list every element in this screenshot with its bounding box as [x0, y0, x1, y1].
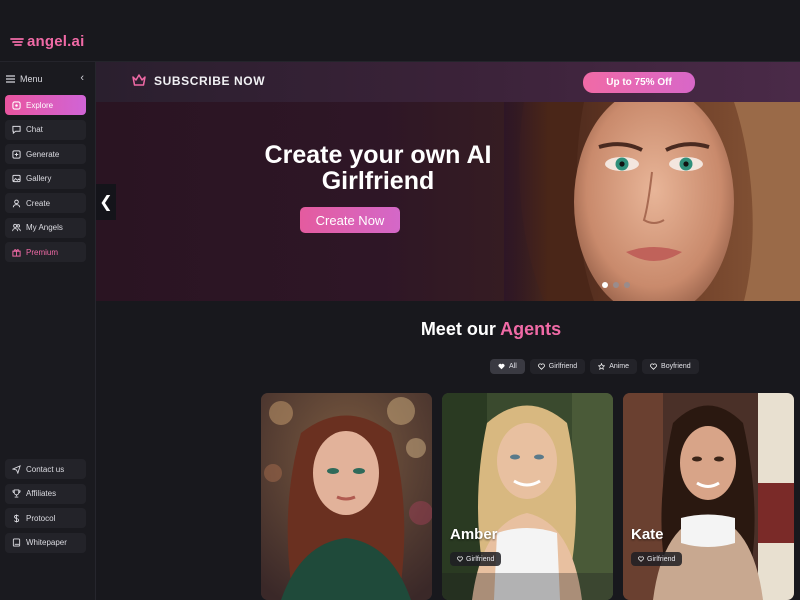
sidebar-item-chat[interactable]: Chat [5, 119, 86, 140]
agent-filter-tabs: All Girlfriend Anime Boyfriend [490, 359, 699, 374]
heart-icon [537, 363, 545, 370]
carousel-dot[interactable] [613, 282, 619, 288]
heart-icon [457, 556, 463, 562]
hero-title-line-2: Girlfriend [321, 167, 435, 195]
heart-icon [650, 363, 657, 370]
filter-all[interactable]: All [490, 359, 525, 374]
create-now-button[interactable]: Create Now [300, 207, 400, 233]
main-content: SUBSCRIBE NOW Up to 75% Off Create your … [96, 62, 800, 600]
heart-icon [498, 363, 505, 370]
sidebar-item-label: Premium [26, 247, 59, 257]
filter-label: All [509, 363, 517, 370]
agents-title-main: Meet our [420, 319, 496, 339]
sidebar-item-whitepaper[interactable]: Whitepaper [5, 532, 86, 553]
carousel-dot[interactable] [602, 282, 608, 288]
sidebar-item-my-angels[interactable]: My Angels [5, 217, 86, 238]
carousel-dots [602, 282, 630, 288]
chevron-left-icon: ❮ [99, 194, 113, 211]
sidebar-item-generate[interactable]: Generate [5, 144, 86, 164]
hero-title: Create your own AI Girlfriend [196, 142, 560, 194]
agent-card[interactable] [261, 393, 432, 600]
sidebar-item-label: Gallery [26, 174, 52, 183]
agent-photo [261, 393, 432, 600]
menu-icon [6, 75, 15, 83]
chat-icon [12, 125, 21, 134]
sidebar-item-label: Protocol [26, 513, 56, 523]
heart-icon [638, 556, 644, 562]
sidebar-item-affiliates[interactable]: Affiliates [5, 483, 86, 504]
dollar-icon [13, 513, 20, 523]
agent-card-amber[interactable]: Amber Girlfriend [442, 393, 613, 600]
sidebar-item-protocol[interactable]: Protocol [5, 508, 86, 528]
sidebar: Menu ‹ Explore Chat Generate Gallery Cre… [0, 62, 96, 600]
menu-header: Menu ‹ [6, 72, 86, 84]
star-icon [598, 363, 606, 370]
hero-title-line-1: Create your own AI [264, 141, 492, 169]
sidebar-item-label: Explore [26, 100, 54, 110]
agents-title-accent: Agents [500, 319, 562, 339]
book-icon [12, 538, 21, 547]
hero-carousel: Create your own AI Girlfriend Create Now… [96, 102, 800, 301]
agent-card-kate[interactable]: Kate Girlfriend [623, 393, 794, 600]
sidebar-item-premium[interactable]: Premium [5, 242, 86, 262]
explore-icon [12, 100, 21, 110]
discount-offer-button[interactable]: Up to 75% Off [583, 72, 695, 93]
gift-icon [12, 248, 21, 257]
hero-portrait-image [504, 102, 800, 301]
sidebar-item-create[interactable]: Create [5, 193, 86, 213]
sidebar-item-gallery[interactable]: Gallery [5, 168, 86, 189]
agent-tag-label: Girlfriend [466, 555, 495, 563]
sidebar-nav: Explore Chat Generate Gallery Create My … [5, 95, 86, 267]
wing-logo-icon [10, 37, 24, 46]
trophy-icon [12, 489, 21, 498]
agent-name: Amber [450, 526, 498, 543]
gallery-icon [12, 174, 21, 183]
filter-label: Girlfriend [548, 363, 578, 370]
menu-label: Menu [20, 74, 43, 84]
sidebar-item-explore[interactable]: Explore [5, 95, 86, 115]
top-bar: angel.ai [0, 0, 800, 62]
agents-section-title: Meet our Agents [96, 319, 800, 340]
agent-tag-label: Girlfriend [647, 555, 676, 563]
sidebar-footer-nav: Contact us Affiliates Protocol Whitepape… [5, 459, 86, 557]
agent-tag: Girlfriend [450, 552, 502, 566]
generate-icon [12, 149, 21, 159]
users-icon [12, 223, 21, 232]
filter-label: Boyfriend [661, 363, 691, 370]
filter-label: Anime [609, 363, 630, 370]
sidebar-item-label: Whitepaper [26, 538, 67, 547]
agent-photo [442, 393, 613, 600]
logo-text: angel.ai [27, 33, 85, 50]
sidebar-item-label: Chat [26, 125, 43, 134]
filter-boyfriend[interactable]: Boyfriend [642, 359, 699, 374]
filter-anime[interactable]: Anime [590, 359, 638, 374]
sidebar-item-label: Contact us [26, 464, 65, 474]
sidebar-item-label: Affiliates [26, 489, 57, 498]
agent-name: Kate [631, 526, 664, 543]
sidebar-item-label: Create [26, 198, 51, 208]
carousel-dot[interactable] [624, 282, 630, 288]
send-icon [12, 464, 21, 474]
subscribe-label: SUBSCRIBE NOW [154, 74, 266, 88]
carousel-prev-button[interactable]: ❮ [96, 184, 116, 220]
logo[interactable]: angel.ai [10, 33, 84, 50]
sidebar-item-label: My Angels [26, 223, 63, 232]
subscribe-banner[interactable]: SUBSCRIBE NOW Up to 75% Off [96, 62, 800, 102]
create-icon [12, 199, 21, 207]
chevron-left-icon[interactable]: ‹ [80, 72, 84, 84]
sidebar-item-label: Generate [26, 149, 60, 159]
crown-icon [132, 74, 146, 86]
agent-tag: Girlfriend [631, 552, 683, 566]
agent-cards: Amber Girlfriend Kate Girlfriend [261, 393, 794, 600]
sidebar-item-contact-us[interactable]: Contact us [5, 459, 86, 479]
agent-photo [623, 393, 794, 600]
filter-girlfriend[interactable]: Girlfriend [529, 359, 586, 374]
